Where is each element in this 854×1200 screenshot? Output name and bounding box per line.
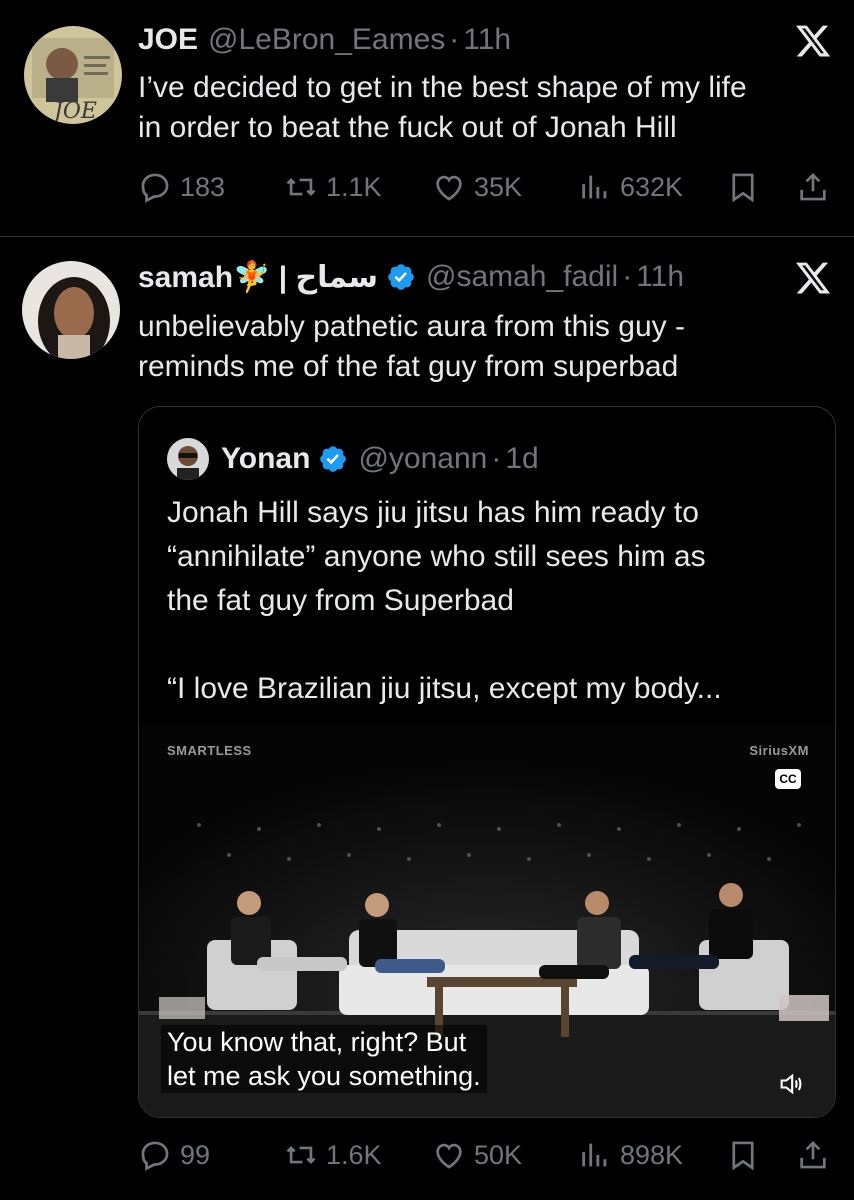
bookmark-icon[interactable] bbox=[726, 1138, 760, 1172]
quoted-text-line: “I love Brazilian jiu jitsu, except my b… bbox=[167, 672, 722, 705]
share-icon[interactable] bbox=[796, 1138, 830, 1172]
tweet-text: unbelievably pathetic aura from this guy… bbox=[138, 307, 838, 387]
author-handle[interactable]: @LeBron_Eames bbox=[208, 23, 445, 57]
tweet-header: samah🧚 | سماح @samah_fadil · 11h bbox=[138, 257, 684, 297]
timestamp[interactable]: 11h bbox=[463, 23, 511, 57]
action-bar: 183 1.1K 35K 632K bbox=[138, 167, 838, 207]
tweet-samah[interactable]: samah🧚 | سماح @samah_fadil · 11h unbelie… bbox=[0, 237, 854, 1200]
repost-count: 1.1K bbox=[326, 171, 382, 202]
bookmark-icon[interactable] bbox=[726, 170, 760, 204]
quoted-text-line: Jonah Hill says jiu jitsu has him ready … bbox=[167, 496, 699, 529]
timestamp[interactable]: 11h bbox=[636, 260, 684, 294]
quoted-tweet-header: Yonan @yonann · 1d bbox=[167, 437, 539, 481]
tweet-text-line: in order to beat the fuck out of Jonah H… bbox=[138, 111, 677, 144]
caption-line: You know that, right? But bbox=[167, 1027, 467, 1057]
verified-icon bbox=[388, 264, 414, 290]
avatar-signature: JOE bbox=[50, 99, 97, 124]
quoted-tweet-text: Jonah Hill says jiu jitsu has him ready … bbox=[167, 491, 817, 711]
separator-dot: · bbox=[449, 23, 460, 56]
separator-dot: · bbox=[491, 442, 502, 475]
tweet-text: I’ve decided to get in the best shape of… bbox=[138, 68, 838, 148]
repost-icon bbox=[286, 178, 316, 196]
volume-icon[interactable] bbox=[777, 1070, 805, 1098]
author-name[interactable]: samah🧚 | سماح bbox=[138, 260, 378, 295]
views-button[interactable]: 632K bbox=[578, 167, 683, 207]
video-caption: You know that, right? But let me ask you… bbox=[161, 1025, 487, 1093]
repost-button[interactable]: 1.1K bbox=[284, 167, 382, 207]
quoted-author-name[interactable]: Yonan bbox=[221, 442, 310, 476]
like-button[interactable]: 35K bbox=[432, 167, 522, 207]
tweet-text-line: unbelievably pathetic aura from this guy… bbox=[138, 310, 685, 343]
quoted-author-handle[interactable]: @yonann bbox=[358, 442, 487, 476]
x-logo-icon bbox=[795, 25, 831, 57]
reply-button[interactable]: 99 bbox=[138, 1135, 210, 1175]
caption-line: let me ask you something. bbox=[167, 1061, 481, 1091]
like-button[interactable]: 50K bbox=[432, 1135, 522, 1175]
reply-count: 99 bbox=[180, 1139, 211, 1170]
x-logo-icon bbox=[795, 262, 831, 294]
tweet-text-line: I’ve decided to get in the best shape of… bbox=[138, 71, 747, 104]
views-count: 632K bbox=[620, 171, 684, 202]
video-brand-right: SiriusXM bbox=[749, 743, 809, 758]
avatar-samah[interactable] bbox=[22, 261, 120, 359]
like-count: 35K bbox=[474, 171, 523, 202]
like-icon bbox=[436, 1143, 462, 1169]
avatar-joe[interactable]: JOE bbox=[24, 26, 122, 124]
author-handle[interactable]: @samah_fadil bbox=[426, 260, 618, 294]
repost-button[interactable]: 1.6K bbox=[284, 1135, 382, 1175]
reply-button[interactable]: 183 bbox=[138, 167, 225, 207]
like-count: 50K bbox=[474, 1139, 523, 1170]
quoted-timestamp[interactable]: 1d bbox=[505, 442, 538, 476]
reply-icon bbox=[141, 1141, 169, 1171]
closed-captions-button[interactable]: CC bbox=[775, 769, 801, 789]
views-count: 898K bbox=[620, 1139, 684, 1170]
video-brand-left: SMARTLESS bbox=[167, 743, 252, 758]
tweet-joe[interactable]: JOE JOE @LeBron_Eames · 11h I’ve decided… bbox=[0, 0, 854, 236]
tweet-header: JOE @LeBron_Eames · 11h bbox=[138, 20, 511, 60]
avatar-yonan[interactable] bbox=[167, 438, 209, 480]
quoted-tweet[interactable]: Yonan @yonann · 1d Jonah Hill says jiu j… bbox=[138, 406, 836, 1118]
reply-count: 183 bbox=[180, 171, 226, 202]
video-player[interactable]: SMARTLESS SiriusXM CC You know that, rig… bbox=[139, 725, 835, 1117]
repost-count: 1.6K bbox=[326, 1139, 382, 1170]
views-button[interactable]: 898K bbox=[578, 1135, 683, 1175]
repost-icon bbox=[286, 1146, 316, 1164]
tweet-text-line: reminds me of the fat guy from superbad bbox=[138, 350, 679, 383]
action-bar: 99 1.6K 50K 898K bbox=[138, 1135, 838, 1175]
share-icon[interactable] bbox=[796, 170, 830, 204]
views-icon bbox=[582, 1143, 607, 1167]
verified-icon bbox=[320, 446, 347, 472]
author-name[interactable]: JOE bbox=[138, 23, 198, 57]
quoted-text-line: “annihilate” anyone who still sees him a… bbox=[167, 540, 706, 573]
like-icon bbox=[436, 175, 462, 201]
separator-dot: · bbox=[622, 260, 633, 293]
quoted-text-line: the fat guy from Superbad bbox=[167, 584, 514, 617]
reply-icon bbox=[141, 173, 169, 203]
views-icon bbox=[582, 175, 607, 199]
